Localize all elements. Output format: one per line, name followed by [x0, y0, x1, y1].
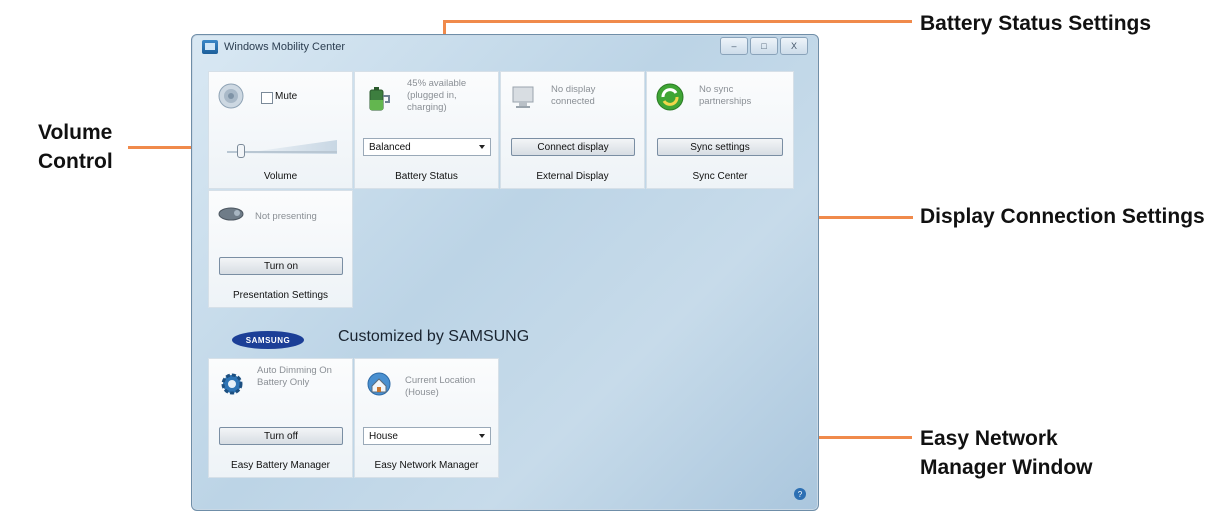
window-controls: – □ X — [720, 37, 808, 55]
tile-presentation-label: Presentation Settings — [232, 290, 329, 301]
tile-sync-center: No sync partnerships Sync settings Sync … — [646, 71, 794, 189]
callout-volume-control: Volume Control — [38, 121, 113, 173]
mute-checkbox[interactable] — [261, 92, 273, 104]
network-location-text: Current Location (House) — [405, 375, 476, 398]
mobility-center-window: Windows Mobility Center – □ X Mute Volum… — [191, 34, 819, 511]
chevron-down-icon — [479, 434, 485, 438]
tile-volume: Mute Volume — [208, 71, 353, 189]
tile-easy-network-label: Easy Network Manager — [374, 460, 479, 471]
projector-icon — [218, 207, 244, 221]
close-button[interactable]: X — [780, 37, 808, 55]
turn-off-dimming-button[interactable]: Turn off — [219, 427, 343, 445]
maximize-button[interactable]: □ — [750, 37, 778, 55]
volume-slider-track[interactable] — [227, 138, 337, 158]
connect-display-button[interactable]: Connect display — [511, 138, 635, 156]
callout-display-connection-settings: Display Connection Settings — [920, 205, 1205, 228]
samsung-logo: SAMSUNG — [232, 331, 304, 349]
power-plan-value: Balanced — [369, 141, 411, 153]
tile-easy-battery-manager: Auto Dimming On Battery Only Turn off Ea… — [208, 358, 353, 478]
network-location-dropdown[interactable]: House — [363, 427, 491, 445]
callout-easy-network-manager-window: Easy Network Manager Window — [920, 427, 1093, 479]
minimize-button[interactable]: – — [720, 37, 748, 55]
power-plan-dropdown[interactable]: Balanced — [363, 138, 491, 156]
tile-battery-label: Battery Status — [395, 171, 458, 182]
tile-easy-network-manager: Current Location (House) House Easy Netw… — [354, 358, 499, 478]
tile-battery-status: 45% available (plugged in, charging) Bal… — [354, 71, 499, 189]
window-title: Windows Mobility Center — [224, 41, 346, 53]
speaker-icon[interactable] — [217, 82, 245, 110]
display-status-text: No display connected — [551, 84, 596, 107]
network-house-icon — [367, 372, 391, 396]
sync-settings-button[interactable]: Sync settings — [657, 138, 783, 156]
turn-on-presentation-button[interactable]: Turn on — [219, 257, 343, 275]
sync-status-text: No sync partnerships — [699, 84, 752, 107]
callout-line-battery-h — [444, 20, 912, 23]
mute-label: Mute — [275, 91, 298, 102]
help-icon[interactable]: ? — [794, 488, 806, 500]
tile-external-display: No display connected Connect display Ext… — [500, 71, 645, 189]
battery-plug-icon — [369, 87, 390, 111]
mobility-center-app-icon — [202, 40, 218, 54]
callout-battery-status-settings: Battery Status Settings — [920, 12, 1152, 35]
customized-by-text: Customized by SAMSUNG — [338, 328, 530, 345]
presentation-status-text: Not presenting — [255, 211, 317, 222]
sync-icon — [656, 83, 684, 111]
display-icon — [512, 86, 534, 108]
tile-presentation-settings: Not presenting Turn on Presentation Sett… — [208, 190, 353, 308]
easy-battery-status-text: Auto Dimming On Battery Only — [257, 365, 332, 388]
tile-external-display-label: External Display — [536, 171, 609, 182]
network-location-value: House — [369, 430, 398, 442]
tile-sync-center-label: Sync Center — [692, 171, 748, 182]
title-bar[interactable]: Windows Mobility Center – □ X — [192, 35, 818, 61]
battery-status-text: 45% available (plugged in, charging) — [407, 78, 467, 113]
tile-easy-battery-label: Easy Battery Manager — [231, 460, 330, 471]
battery-gear-icon — [221, 373, 243, 395]
tile-volume-label: Volume — [263, 171, 298, 182]
volume-slider-thumb[interactable] — [237, 144, 245, 158]
chevron-down-icon — [479, 145, 485, 149]
